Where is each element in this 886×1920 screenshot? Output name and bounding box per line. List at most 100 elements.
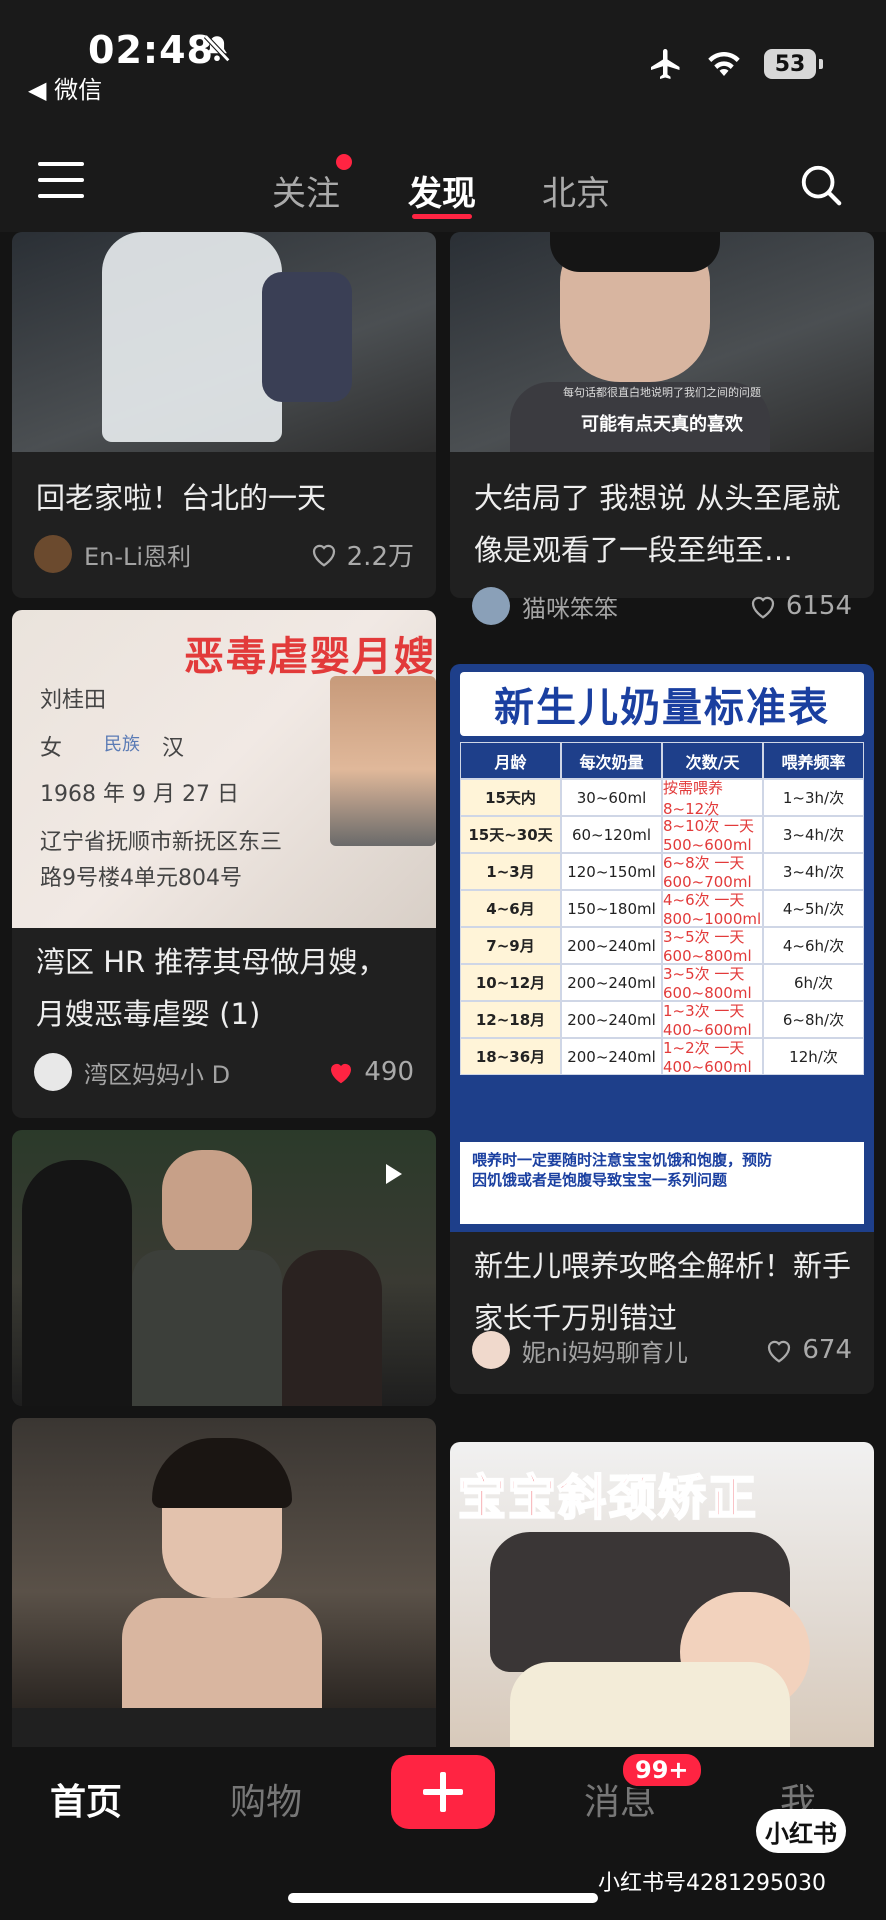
video-subtitle: 可能有点天真的喜欢	[581, 414, 743, 435]
play-icon	[386, 1164, 402, 1184]
table-cell: 4~6h/次	[763, 927, 864, 964]
heart-outline-icon	[768, 1340, 791, 1363]
note-title: 大结局了 我想说 从头至尾就像是观看了一段至纯至…	[474, 481, 841, 567]
table-cell: 6~8次 一天600~700ml	[662, 853, 763, 891]
tab-shopping[interactable]: 购物	[230, 1773, 302, 1825]
active-tab-indicator	[412, 214, 472, 219]
table-cell: 60~120ml	[561, 816, 662, 853]
menu-icon[interactable]	[38, 162, 84, 198]
battery-indicator: 53	[764, 49, 823, 79]
table-row: 18~36月 200~240ml 1~2次 一天400~600ml 12h/次	[460, 1038, 864, 1076]
table-cell: 3~5次 一天600~800ml	[662, 964, 763, 1002]
bell-muted-icon	[203, 34, 231, 63]
like-button[interactable]: 6154	[748, 591, 852, 621]
search-icon[interactable]	[798, 162, 844, 208]
like-count: 2.2万	[346, 541, 414, 572]
table-cell: 3~5次 一天600~800ml	[662, 927, 763, 965]
tab-following[interactable]: 关注	[272, 166, 340, 215]
table-cell: 200~240ml	[561, 1001, 662, 1038]
table-cell: 200~240ml	[561, 1038, 662, 1075]
id-address-2: 路9号楼4单元804号	[40, 866, 242, 891]
table-row: 15天~30天 60~120ml 8~10次 一天500~600ml 3~4h/次	[460, 816, 864, 854]
note-cover-image	[12, 1418, 436, 1708]
like-count: 490	[364, 1057, 414, 1087]
note-card[interactable]	[12, 1418, 436, 1747]
table-cell: 6h/次	[763, 964, 864, 1001]
table-row: 12~18月 200~240ml 1~3次 一天400~600ml 6~8h/次	[460, 1001, 864, 1039]
table-header-row: 月龄 每次奶量 次数/天 喂养频率	[460, 742, 864, 779]
id-address-1: 辽宁省抚顺市新抚区东三	[40, 830, 283, 855]
note-card[interactable]	[12, 1130, 436, 1406]
note-cover-image	[12, 232, 436, 452]
id-ethnic-label: 民族	[104, 734, 140, 755]
table-cell: 1~2次 一天400~600ml	[662, 1038, 763, 1076]
note-card[interactable]: 恶毒虐婴月嫂 刘桂田 女 民族 汉 1968 年 9 月 27 日 辽宁省抚顺市…	[12, 610, 436, 1118]
unread-dot	[336, 154, 352, 170]
table-cell: 150~180ml	[561, 890, 662, 927]
table-cell: 4~5h/次	[763, 890, 864, 927]
back-to-app-link[interactable]: ◀ 微信	[28, 70, 102, 105]
avatar[interactable]	[472, 587, 510, 625]
table-cell: 按需喂养8~12次	[662, 779, 763, 818]
table-footer-note: 喂养时一定要随时注意宝宝饥饿和饱腹，预防因饥饿或者是饱腹导致宝宝一系列问题	[460, 1142, 864, 1224]
table-cell: 4~6次 一天800~1000ml	[662, 890, 763, 928]
avatar[interactable]	[472, 1331, 510, 1369]
table-cell: 1~3次 一天400~600ml	[662, 1001, 763, 1039]
like-button[interactable]: 490	[326, 1057, 414, 1087]
top-nav: 关注 发现 北京	[0, 110, 886, 232]
note-author[interactable]: En-Li恩利	[84, 537, 309, 572]
id-sex: 女	[40, 736, 63, 761]
table-header: 喂养频率	[763, 742, 864, 779]
table-row: 1~3月 120~150ml 6~8次 一天600~700ml 3~4h/次	[460, 853, 864, 891]
note-title: 回老家啦！台北的一天	[36, 481, 327, 515]
watermark-logo: 小红书	[756, 1809, 846, 1853]
home-indicator[interactable]	[288, 1893, 598, 1903]
note-cover-image	[12, 1130, 436, 1406]
avatar[interactable]	[34, 535, 72, 573]
table-row: 15天内 30~60ml 按需喂养8~12次 1~3h/次	[460, 779, 864, 818]
table-cell: 200~240ml	[561, 964, 662, 1001]
heart-outline-icon	[312, 544, 335, 567]
status-bar: 02:48 ◀ 微信 53	[0, 0, 886, 110]
note-author[interactable]: 猫咪笨笨	[522, 589, 748, 624]
heart-filled-icon	[331, 1063, 352, 1084]
table-row: 7~9月 200~240ml 3~5次 一天600~800ml 4~6h/次	[460, 927, 864, 965]
table-cell: 10~12月	[460, 964, 561, 1001]
table-cell: 1~3月	[460, 853, 561, 890]
note-card[interactable]: 宝宝斜颈矫正	[450, 1442, 874, 1747]
tab-discover[interactable]: 发现	[408, 166, 476, 215]
watermark-text: 小红书号4281295030	[598, 1871, 826, 1896]
like-button[interactable]: 674	[764, 1335, 852, 1365]
id-name: 刘桂田	[40, 688, 107, 713]
heart-outline-icon	[751, 596, 774, 619]
like-count: 674	[802, 1335, 852, 1365]
table-title: 新生儿奶量标准表	[460, 672, 864, 736]
create-post-button[interactable]	[391, 1755, 495, 1829]
image-headline: 宝宝斜颈矫正	[457, 1469, 759, 1527]
table-header: 每次奶量	[561, 742, 662, 779]
note-author[interactable]: 妮ni妈妈聊育儿	[522, 1333, 764, 1368]
tab-local[interactable]: 北京	[542, 166, 610, 215]
airplane-icon	[651, 49, 680, 79]
table-header: 月龄	[460, 742, 561, 779]
table-cell: 15天内	[460, 779, 561, 816]
note-cover-image: 新生儿奶量标准表 月龄 每次奶量 次数/天 喂养频率 15天内 30~60ml 按需…	[450, 664, 874, 1232]
note-card[interactable]: 回老家啦！台北的一天 En-Li恩利 2.2万	[12, 232, 436, 598]
table-cell: 4~6月	[460, 890, 561, 927]
id-birth: 1968 年 9 月 27 日	[40, 782, 239, 807]
note-card[interactable]: 每句话都很直白地说明了我们之间的问题 可能有点天真的喜欢 大结局了 我想说 从头…	[450, 232, 874, 598]
like-button[interactable]: 2.2万	[309, 536, 414, 573]
note-author[interactable]: 湾区妈妈小 D	[84, 1055, 326, 1090]
note-card[interactable]: 新生儿奶量标准表 月龄 每次奶量 次数/天 喂养频率 15天内 30~60ml 按需…	[450, 664, 874, 1394]
id-ethnic: 汉	[162, 736, 185, 761]
table-cell: 30~60ml	[561, 779, 662, 816]
table-cell: 120~150ml	[561, 853, 662, 890]
tab-home[interactable]: 首页	[50, 1773, 122, 1825]
video-subtitle-small: 每句话都很直白地说明了我们之间的问题	[563, 386, 761, 399]
table-cell: 6~8h/次	[763, 1001, 864, 1038]
table-cell: 3~4h/次	[763, 853, 864, 890]
id-photo	[330, 676, 436, 846]
avatar[interactable]	[34, 1053, 72, 1091]
table-cell: 8~10次 一天500~600ml	[662, 816, 763, 854]
table-row: 10~12月 200~240ml 3~5次 一天600~800ml 6h/次	[460, 964, 864, 1002]
